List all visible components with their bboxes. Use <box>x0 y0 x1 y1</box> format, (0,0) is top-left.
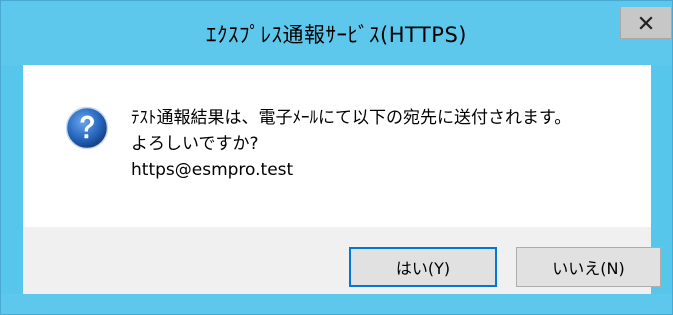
dialog-client-area: ﾃｽﾄ通報結果は、電子ﾒｰﾙにて以下の宛先に送付されます。 よろしいですか? h… <box>23 65 661 294</box>
message-area: ﾃｽﾄ通報結果は、電子ﾒｰﾙにて以下の宛先に送付されます。 よろしいですか? h… <box>23 65 651 227</box>
window-title: ｴｸｽﾌﾟﾚｽ通報ｻｰﾋﾞｽ(HTTPS) <box>206 23 467 47</box>
no-button[interactable]: いいえ(N) <box>516 247 661 287</box>
message-text: ﾃｽﾄ通報結果は、電子ﾒｰﾙにて以下の宛先に送付されます。 よろしいですか? h… <box>131 105 571 183</box>
title-bar[interactable]: ｴｸｽﾌﾟﾚｽ通報ｻｰﾋﾞｽ(HTTPS) <box>1 1 672 65</box>
message-line: ﾃｽﾄ通報結果は、電子ﾒｰﾙにて以下の宛先に送付されます。 <box>131 108 572 128</box>
message-line: よろしいですか? <box>131 134 259 154</box>
close-icon <box>639 15 653 30</box>
window-bottom-border <box>1 294 672 314</box>
message-line: https@esmpro.test <box>131 160 294 180</box>
close-button[interactable] <box>620 7 672 39</box>
dialog-window: ｴｸｽﾌﾟﾚｽ通報ｻｰﾋﾞｽ(HTTPS) ﾃｽﾄ通報結果は、電子ﾒｰﾙにて以下… <box>0 0 673 315</box>
question-icon <box>65 106 109 150</box>
button-area: はい(Y) いいえ(N) <box>23 227 661 294</box>
yes-button[interactable]: はい(Y) <box>349 247 497 287</box>
